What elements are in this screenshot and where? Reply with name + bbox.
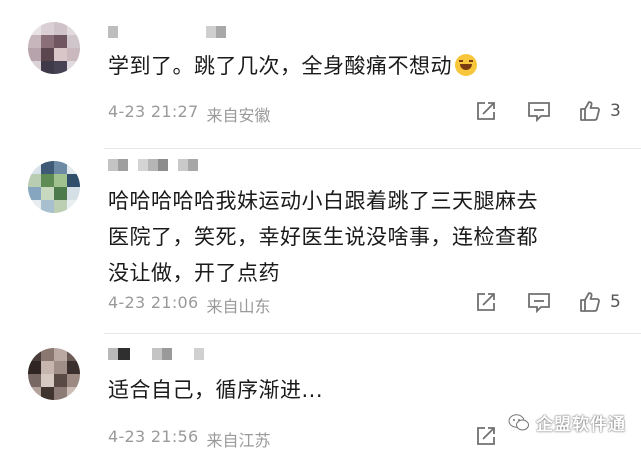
reply-button[interactable] — [527, 100, 551, 122]
comment-text-content: 学到了。跳了几次，全身酸痛不想动 — [108, 54, 452, 78]
comment-text: 学到了。跳了几次，全身酸痛不想动 — [108, 48, 628, 84]
comment-date: 4-23 21:06 — [108, 293, 199, 312]
like-button[interactable]: 3 — [578, 99, 621, 123]
share-button[interactable] — [475, 425, 497, 447]
comment-meta: 4-23 21:06 来自山东 — [108, 293, 271, 317]
comment-text: 适合自己，循序渐进... — [108, 378, 324, 402]
avatar[interactable] — [28, 348, 80, 400]
comment-item: 哈哈哈哈哈我妹运动小白跟着跳了三天腿麻去医院了，笑死，幸好医生说没啥事，连检查都… — [0, 149, 641, 333]
comment-icon — [528, 293, 550, 313]
avatar[interactable] — [28, 22, 80, 74]
comment-location: 来自安徽 — [206, 106, 271, 125]
username-blurred[interactable] — [108, 159, 198, 173]
avatar[interactable] — [28, 161, 80, 213]
comment-item: 学到了。跳了几次，全身酸痛不想动 4-23 21:27 来自安徽 3 — [0, 0, 641, 148]
comment-actions: 3 — [472, 97, 632, 125]
comment-meta: 4-23 21:27 来自安徽 — [108, 102, 271, 126]
like-count: 3 — [610, 101, 621, 121]
share-icon — [477, 102, 495, 120]
watermark-text: 企盟软件通 — [536, 415, 626, 435]
comment-text: 哈哈哈哈哈我妹运动小白跟着跳了三天腿麻去医院了，笑死，幸好医生说没啥事，连检查都… — [108, 189, 538, 285]
watermark: 企盟软件通 — [508, 410, 626, 435]
comment-location: 来自山东 — [206, 297, 271, 316]
comment-meta: 4-23 21:56 来自江苏 — [108, 427, 271, 451]
thumbs-up-icon — [580, 101, 600, 121]
thumbs-up-icon — [580, 292, 600, 312]
comment-date: 4-23 21:27 — [108, 102, 199, 121]
username-blurred[interactable] — [108, 26, 226, 40]
comment-date: 4-23 21:56 — [108, 427, 199, 446]
share-button[interactable] — [475, 291, 497, 313]
wechat-icon — [508, 413, 529, 430]
laughing-tears-emoji-icon — [455, 54, 477, 76]
like-button[interactable]: 5 — [578, 290, 621, 314]
share-button[interactable] — [475, 100, 497, 122]
share-icon — [477, 427, 495, 445]
username-blurred[interactable] — [108, 348, 204, 362]
comment-location: 来自江苏 — [206, 431, 271, 450]
like-count: 5 — [610, 292, 621, 312]
comment-actions: 5 — [472, 288, 632, 316]
comment-icon — [528, 102, 550, 122]
share-icon — [477, 293, 495, 311]
reply-button[interactable] — [527, 291, 551, 313]
